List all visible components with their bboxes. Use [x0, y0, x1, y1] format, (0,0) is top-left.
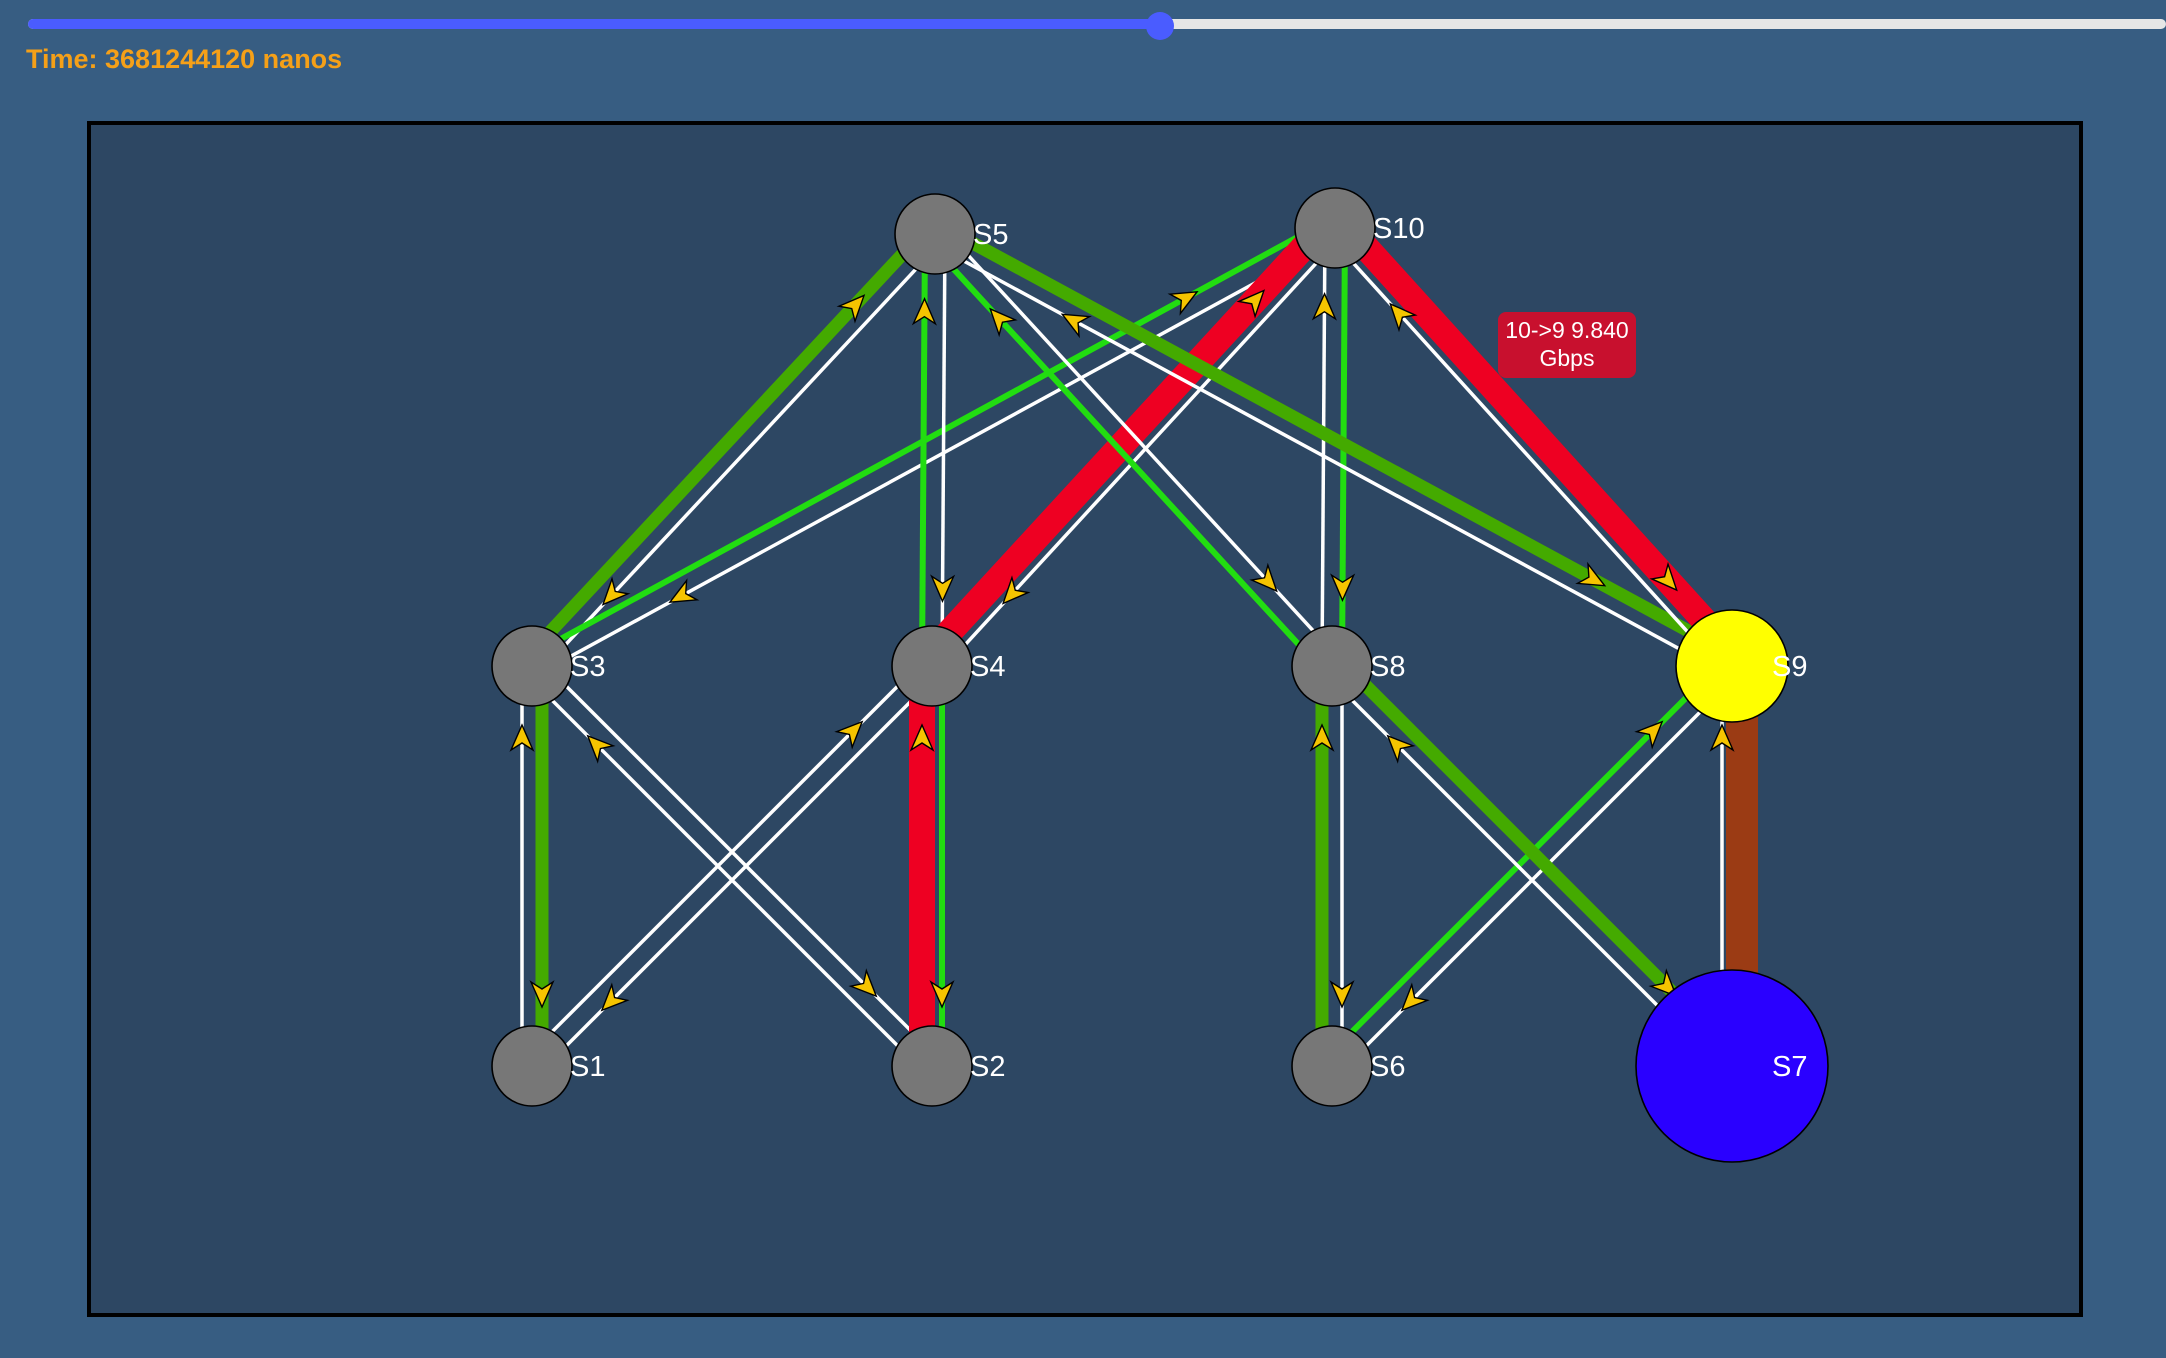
- switch-node-circle[interactable]: [491, 625, 573, 707]
- switch-node-circle[interactable]: [891, 1025, 973, 1107]
- switch-node-label: S4: [970, 651, 1005, 683]
- switch-node-circle[interactable]: [894, 193, 976, 275]
- switch-node-circle[interactable]: [1291, 625, 1373, 707]
- time-readout: Time: 3681244120 nanos: [26, 44, 343, 74]
- switch-node-circle[interactable]: [1294, 187, 1376, 269]
- switch-node-circle[interactable]: [1291, 1025, 1373, 1107]
- switch-node-label: S5: [973, 219, 1008, 251]
- link-s4-to-s5[interactable]: [919, 233, 929, 666]
- switch-node-label: S7: [1772, 1051, 1807, 1083]
- switch-node-circle[interactable]: [891, 625, 973, 707]
- time-slider-fill: [28, 19, 1161, 29]
- tooltip-unit: Gbps: [1539, 345, 1595, 371]
- switch-node-label: S1: [570, 1051, 605, 1083]
- time-slider[interactable]: [28, 12, 2166, 40]
- switch-node-label: S10: [1373, 213, 1425, 245]
- link-rate-tooltip: 10->9 9.840 Gbps: [1498, 312, 1636, 378]
- tooltip-link-rate: 10->9 9.840: [1505, 317, 1629, 343]
- switch-node-label: S8: [1370, 651, 1405, 683]
- switch-node-s7[interactable]: S7: [1635, 969, 1829, 1163]
- switch-node-label: S2: [970, 1051, 1005, 1083]
- switch-node-label: S6: [1370, 1051, 1405, 1083]
- switch-node-label: S3: [570, 651, 605, 683]
- switch-node-label: S9: [1772, 651, 1807, 683]
- time-slider-thumb[interactable]: [1146, 12, 1175, 40]
- switch-node-circle[interactable]: [491, 1025, 573, 1107]
